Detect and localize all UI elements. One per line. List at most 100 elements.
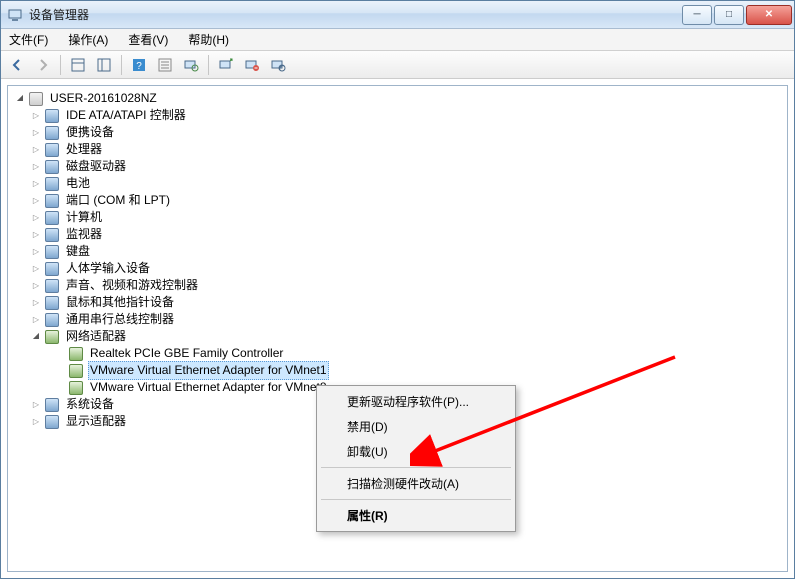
view-devices-by-type-icon[interactable] [66,54,90,76]
tree-category[interactable]: 声音、视频和游戏控制器 [8,277,787,294]
dev-icon-icon [44,176,60,192]
menu-help[interactable]: 帮助(H) [184,29,233,50]
tree-node-label: 磁盘驱动器 [64,158,128,175]
forward-button[interactable] [31,54,55,76]
menu-action[interactable]: 操作(A) [64,29,112,50]
tree-category[interactable]: 端口 (COM 和 LPT) [8,192,787,209]
disable-icon[interactable] [266,54,290,76]
tree-node-label: 通用串行总线控制器 [64,311,176,328]
expander-icon[interactable] [28,329,44,345]
window-title: 设备管理器 [29,6,682,23]
context-separator [321,467,511,468]
expander-icon[interactable] [28,278,44,294]
dev-icon-icon [44,227,60,243]
app-icon [7,7,23,23]
expander-icon[interactable] [28,176,44,192]
expander-icon[interactable] [28,397,44,413]
dev-icon-icon [44,193,60,209]
context-update-driver[interactable]: 更新驱动程序软件(P)... [319,389,513,414]
context-properties[interactable]: 属性(R) [319,503,513,528]
tree-node-label: 便携设备 [64,124,116,141]
dev-icon-icon [44,108,60,124]
net-icon-icon [68,346,84,362]
minimize-button[interactable]: ─ [682,5,712,25]
tree-node-label: 系统设备 [64,396,116,413]
back-button[interactable] [5,54,29,76]
net-icon-icon [68,380,84,396]
tree-node-label: 电池 [64,175,92,192]
dev-icon-icon [44,142,60,158]
tree-category[interactable]: 键盘 [8,243,787,260]
tree-category[interactable]: 监视器 [8,226,787,243]
menu-view[interactable]: 查看(V) [124,29,172,50]
expander-icon[interactable] [28,295,44,311]
menu-file[interactable]: 文件(F) [5,29,52,50]
context-scan-hardware[interactable]: 扫描检测硬件改动(A) [319,471,513,496]
dev-icon-icon [44,244,60,260]
expander-icon [52,363,68,379]
tree-category[interactable]: 人体学输入设备 [8,260,787,277]
tree-device-network[interactable]: VMware Virtual Ethernet Adapter for VMne… [8,362,787,379]
tree-node-label: 网络适配器 [64,328,128,345]
scan-hardware-icon[interactable] [179,54,203,76]
close-button[interactable]: ✕ [746,5,792,25]
expander-icon[interactable] [28,227,44,243]
expander-icon[interactable] [12,91,28,107]
tree-category[interactable]: 处理器 [8,141,787,158]
expander-icon[interactable] [28,261,44,277]
update-driver-icon[interactable] [214,54,238,76]
window-controls: ─ □ ✕ [682,5,792,25]
tree-node-label: IDE ATA/ATAPI 控制器 [64,107,188,124]
tree-node-label: 键盘 [64,243,92,260]
dev-icon-icon [44,125,60,141]
dev-icon-icon [44,210,60,226]
toolbar: ? [1,51,794,79]
tree-node-label: VMware Virtual Ethernet Adapter for VMne… [88,379,329,396]
view-devices-by-connection-icon[interactable] [92,54,116,76]
expander-icon[interactable] [28,414,44,430]
context-separator [321,499,511,500]
net-icon-icon [44,329,60,345]
tree-root-node[interactable]: USER-20161028NZ [8,90,787,107]
context-uninstall[interactable]: 卸载(U) [319,439,513,464]
expander-icon [52,380,68,396]
tree-category[interactable]: 计算机 [8,209,787,226]
titlebar: 设备管理器 ─ □ ✕ [1,1,794,29]
expander-icon[interactable] [28,108,44,124]
context-menu: 更新驱动程序软件(P)... 禁用(D) 卸载(U) 扫描检测硬件改动(A) 属… [316,385,516,532]
computer-icon-icon [28,91,44,107]
net-icon-icon [68,363,84,379]
dev-icon-icon [44,397,60,413]
dev-icon-icon [44,312,60,328]
uninstall-icon[interactable] [240,54,264,76]
tree-category[interactable]: 便携设备 [8,124,787,141]
toolbar-separator [121,55,122,75]
tree-node-label: Realtek PCIe GBE Family Controller [88,345,285,362]
tree-category[interactable]: IDE ATA/ATAPI 控制器 [8,107,787,124]
tree-category[interactable]: 磁盘驱动器 [8,158,787,175]
expander-icon[interactable] [28,125,44,141]
tree-category[interactable]: 通用串行总线控制器 [8,311,787,328]
expander-icon[interactable] [28,159,44,175]
context-disable[interactable]: 禁用(D) [319,414,513,439]
expander-icon [52,346,68,362]
tree-device-network[interactable]: Realtek PCIe GBE Family Controller [8,345,787,362]
tree-category-network[interactable]: 网络适配器 [8,328,787,345]
expander-icon[interactable] [28,210,44,226]
expander-icon[interactable] [28,312,44,328]
expander-icon[interactable] [28,193,44,209]
tree-category[interactable]: 电池 [8,175,787,192]
expander-icon[interactable] [28,244,44,260]
tree-node-label: 处理器 [64,141,104,158]
menubar: 文件(F) 操作(A) 查看(V) 帮助(H) [1,29,794,51]
help-icon[interactable]: ? [127,54,151,76]
properties-icon[interactable] [153,54,177,76]
expander-icon[interactable] [28,142,44,158]
svg-text:?: ? [136,61,142,72]
maximize-button[interactable]: □ [714,5,744,25]
tree-node-label: VMware Virtual Ethernet Adapter for VMne… [88,361,329,380]
tree-category[interactable]: 鼠标和其他指针设备 [8,294,787,311]
tree-node-label: 人体学输入设备 [64,260,152,277]
tree-node-label: 端口 (COM 和 LPT) [64,192,172,209]
tree-node-label: 监视器 [64,226,104,243]
